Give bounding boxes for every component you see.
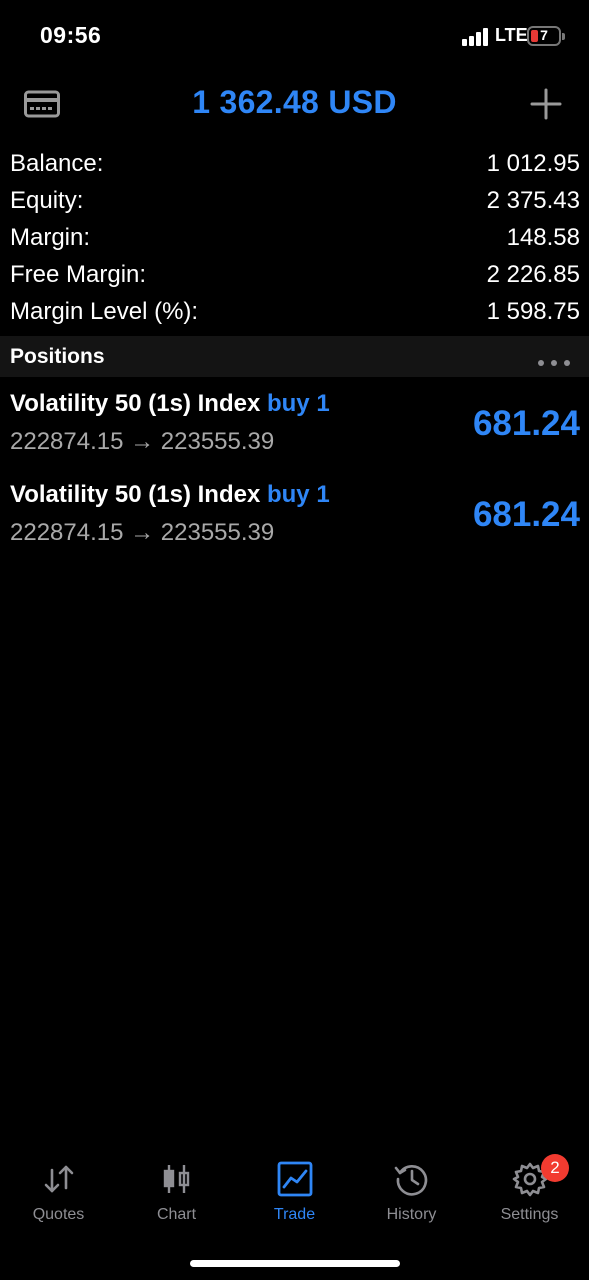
summary-label: Free Margin: bbox=[10, 260, 147, 288]
position-side: buy 1 bbox=[266, 390, 330, 417]
tab-label: Chart bbox=[156, 1206, 197, 1223]
trade-header: 1 362.48 USD bbox=[0, 72, 589, 136]
summary-value: 1 012.95 bbox=[486, 150, 580, 178]
summary-row-equity: Equity: 2 375.43 bbox=[10, 183, 580, 220]
summary-label: Balance: bbox=[10, 150, 104, 178]
tab-trade[interactable]: Trade bbox=[236, 1152, 353, 1232]
candlestick-icon bbox=[158, 1160, 196, 1198]
summary-row-balance: Balance: 1 012.95 bbox=[10, 146, 580, 183]
account-summary: Balance: 1 012.95 Equity: 2 375.43 Margi… bbox=[10, 146, 580, 330]
tab-quotes[interactable]: Quotes bbox=[0, 1152, 117, 1232]
battery-icon: 7 bbox=[527, 26, 565, 46]
tab-label: History bbox=[386, 1206, 437, 1223]
summary-label: Equity: bbox=[10, 187, 84, 215]
trade-chart-icon bbox=[276, 1160, 314, 1198]
position-row[interactable]: Volatility 50 (1s) Index buy 1 222874.15… bbox=[10, 390, 580, 470]
position-profit: 681.24 bbox=[472, 495, 580, 534]
summary-label: Margin: bbox=[10, 223, 91, 251]
status-time: 09:56 bbox=[40, 22, 102, 48]
account-total: 1 362.48 USD bbox=[192, 84, 397, 120]
signal-icon bbox=[462, 28, 490, 46]
plus-icon[interactable] bbox=[530, 88, 562, 125]
tab-chart[interactable]: Chart bbox=[118, 1152, 235, 1232]
battery-level: 7 bbox=[540, 27, 548, 43]
summary-label: Margin Level (%): bbox=[10, 297, 199, 325]
summary-row-margin: Margin: 148.58 bbox=[10, 220, 580, 257]
position-symbol: Volatility 50 (1s) Index bbox=[10, 390, 261, 417]
more-dots-icon[interactable] bbox=[537, 354, 571, 372]
position-profit: 681.24 bbox=[472, 404, 580, 443]
tab-label: Trade bbox=[273, 1206, 316, 1223]
summary-value: 2 375.43 bbox=[486, 187, 580, 215]
position-side: buy 1 bbox=[266, 481, 330, 508]
summary-value: 1 598.75 bbox=[486, 297, 580, 325]
tab-label: Quotes bbox=[32, 1206, 85, 1223]
tab-history[interactable]: History bbox=[353, 1152, 470, 1232]
summary-value: 148.58 bbox=[506, 223, 580, 251]
quotes-arrows-icon bbox=[40, 1160, 78, 1198]
network-label: LTE bbox=[495, 25, 528, 45]
settings-badge: 2 bbox=[541, 1154, 569, 1182]
positions-header: Positions bbox=[0, 336, 589, 377]
history-clock-icon bbox=[393, 1160, 431, 1198]
position-row[interactable]: Volatility 50 (1s) Index buy 1 222874.15… bbox=[10, 481, 580, 561]
positions-title: Positions bbox=[10, 345, 105, 368]
summary-value: 2 226.85 bbox=[486, 260, 580, 288]
position-symbol: Volatility 50 (1s) Index bbox=[10, 481, 261, 508]
tab-bar: Quotes Chart Trade History Settings bbox=[0, 1152, 589, 1232]
tab-label: Settings bbox=[500, 1206, 559, 1223]
summary-row-free-margin: Free Margin: 2 226.85 bbox=[10, 256, 580, 293]
summary-row-margin-level: Margin Level (%): 1 598.75 bbox=[10, 293, 580, 330]
status-bar: 09:56 LTE 7 bbox=[0, 0, 589, 72]
home-indicator[interactable] bbox=[190, 1260, 400, 1267]
tab-settings[interactable]: Settings bbox=[471, 1152, 588, 1232]
